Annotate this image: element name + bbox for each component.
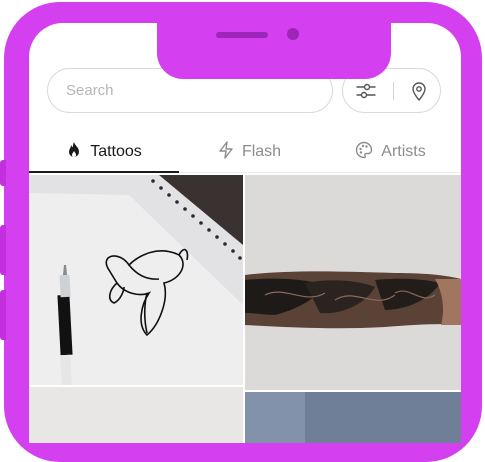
category-tabs: Tattoos Flash Artists xyxy=(29,133,461,173)
search-placeholder: Search xyxy=(66,82,114,99)
tattoo-image-3[interactable] xyxy=(29,387,243,443)
active-tab-indicator xyxy=(29,171,179,173)
tattoo-grid xyxy=(29,175,461,443)
tab-artists[interactable]: Artists xyxy=(320,133,461,171)
side-button xyxy=(0,160,6,186)
map-pin-icon[interactable] xyxy=(408,80,430,102)
palette-icon xyxy=(355,141,373,164)
pill-divider xyxy=(393,82,394,100)
tattoo-image-sketch[interactable] xyxy=(29,175,243,385)
tab-label: Artists xyxy=(381,143,426,160)
speaker-grille xyxy=(216,32,268,38)
side-button xyxy=(0,290,6,340)
side-button xyxy=(0,225,6,275)
flame-icon xyxy=(66,141,82,164)
lightning-icon xyxy=(218,140,234,164)
phone-notch xyxy=(157,23,391,79)
tab-tattoos[interactable]: Tattoos xyxy=(29,133,179,171)
tattoo-image-forearm[interactable] xyxy=(245,175,461,390)
app-screen: Search Tattoos Flash Artists xyxy=(29,23,461,443)
sliders-icon[interactable] xyxy=(355,80,377,102)
tab-label: Flash xyxy=(241,143,282,160)
tab-flash[interactable]: Flash xyxy=(179,133,320,171)
tab-label: Tattoos xyxy=(90,143,142,160)
front-camera xyxy=(287,28,299,40)
